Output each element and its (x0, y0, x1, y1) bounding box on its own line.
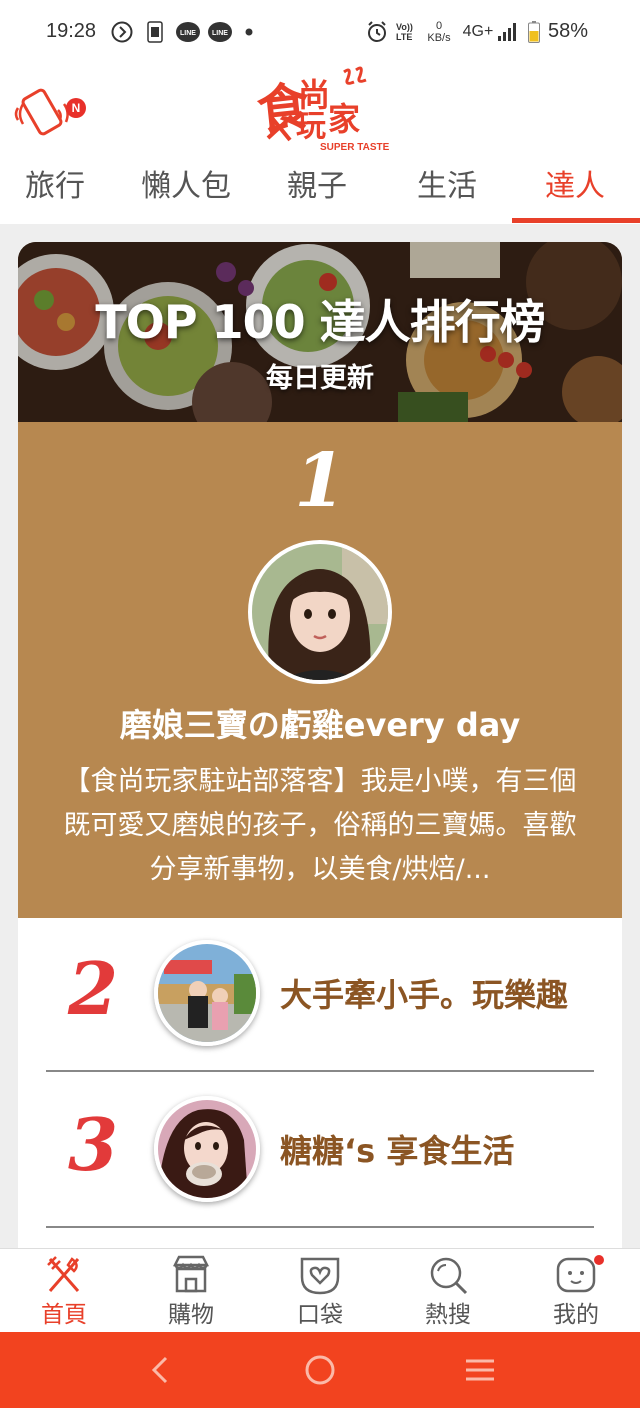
nav-shop-label: 購物 (168, 1302, 214, 1328)
rank-number: 2 (68, 946, 119, 1031)
avatar[interactable] (248, 540, 392, 684)
tab-parenting[interactable]: 親子 (262, 164, 372, 220)
alarm-icon (364, 20, 390, 44)
recents-lines-icon (466, 1359, 494, 1381)
list-item[interactable]: 2 大手牽小手。玩樂趣 (46, 918, 594, 1072)
tab-travel[interactable]: 旅行 (0, 164, 110, 220)
nav-pocket[interactable]: 口袋 (270, 1255, 370, 1333)
svg-text:玩: 玩 (296, 109, 326, 144)
home-circle-icon (305, 1355, 335, 1385)
avatar[interactable] (154, 940, 260, 1046)
hero-banner: TOP 100 達人排行榜 每日更新 (18, 242, 622, 422)
blogger-3-photo-image (158, 1100, 256, 1198)
tab-lifestyle[interactable]: 生活 (392, 164, 502, 220)
super-taste-logo-icon: 食 尚 玩 家 SUPER TASTE (255, 66, 390, 153)
nav-profile-label: 我的 (553, 1302, 599, 1328)
battery-percent: 58% (548, 20, 589, 42)
network-speed: 0 KB/s (427, 20, 451, 44)
shake-phone-button[interactable]: N (12, 82, 86, 142)
blogger-2-photo-image (158, 944, 256, 1042)
home-button[interactable] (300, 1350, 340, 1390)
avatar[interactable] (154, 1096, 260, 1202)
system-navigation-bar (0, 1332, 640, 1408)
line-app-icon-2: LINE (206, 20, 234, 44)
face-icon (556, 1257, 596, 1293)
svg-text:LINE: LINE (212, 30, 228, 37)
heart-pocket-icon (300, 1257, 340, 1295)
svg-text:家: 家 (328, 100, 360, 138)
blogger-name: 大手牽小手。玩樂趣 (280, 976, 569, 1014)
network-type: 4G+ (462, 23, 494, 40)
recents-button[interactable] (460, 1350, 500, 1390)
status-bar: 19:28 LINE LINE Vo)) LTE 0 KB/s 4G+ 58% (0, 0, 640, 64)
list-item[interactable]: 3 糖糖‘s 享食生活 (46, 1074, 594, 1228)
battery-icon (526, 20, 542, 44)
profile-notification-dot (594, 1255, 604, 1265)
blogger-name: 磨娘三寶の虧雞every day (119, 706, 521, 744)
nav-shop[interactable]: 購物 (141, 1255, 241, 1333)
nav-profile[interactable]: 我的 (526, 1255, 626, 1333)
line-app-icon: LINE (174, 20, 202, 44)
search-icon (430, 1257, 468, 1295)
blogger-description: 【食尚玩家駐站部落客】我是小噗，有三個既可愛又磨娘的孩子，俗稱的三寶媽。喜歡分享… (63, 766, 577, 885)
more-notifications-dot-icon (244, 20, 254, 44)
hero-subtitle: 每日更新 (266, 363, 374, 394)
rank-number: 1 (294, 438, 346, 524)
category-tabs: 旅行 懶人包 親子 生活 達人 (0, 160, 640, 224)
status-time: 19:28 (46, 20, 97, 42)
blogger-name: 糖糖‘s 享食生活 (280, 1132, 515, 1170)
svg-text:LINE: LINE (180, 30, 196, 37)
rank-number: 3 (68, 1102, 119, 1187)
store-icon (172, 1255, 210, 1293)
back-chevron-icon (151, 1356, 168, 1384)
nav-pocket-label: 口袋 (297, 1302, 343, 1328)
nav-home[interactable]: 首頁 (14, 1255, 114, 1333)
app-header: N 食 尚 玩 家 SUPER TASTE (0, 64, 640, 160)
nav-trending[interactable]: 熱搜 (398, 1255, 498, 1333)
tab-lazy-pack[interactable]: 懶人包 (128, 164, 244, 220)
nav-home-label: 首頁 (41, 1302, 87, 1328)
app-logo[interactable]: 食 尚 玩 家 SUPER TASTE (248, 64, 394, 154)
fork-knife-icon (47, 1256, 80, 1292)
svg-text:SUPER TASTE: SUPER TASTE (320, 142, 390, 153)
nav-trending-label: 熱搜 (425, 1302, 471, 1328)
blogger-portrait-image (252, 544, 388, 680)
active-tab-indicator (512, 218, 640, 223)
media-icon (110, 20, 134, 44)
back-button[interactable] (140, 1350, 180, 1390)
tab-experts[interactable]: 達人 (520, 164, 630, 220)
bottom-navigation: 首頁 購物 口袋 熱搜 我的 (0, 1248, 640, 1332)
signal-icon (496, 20, 520, 44)
notification-badge: N (66, 98, 86, 118)
top-blogger-card[interactable]: 1 磨娘三寶の虧雞every day 【食尚玩家駐站部落客】我是小噗，有三個既可… (18, 422, 622, 918)
ranking-card: TOP 100 達人排行榜 每日更新 1 磨娘三寶の虧雞every day 【食… (18, 242, 622, 1252)
sim-icon (146, 20, 164, 44)
hero-title: TOP 100 達人排行榜 (95, 295, 545, 349)
volte-icon: Vo)) LTE (396, 22, 413, 42)
